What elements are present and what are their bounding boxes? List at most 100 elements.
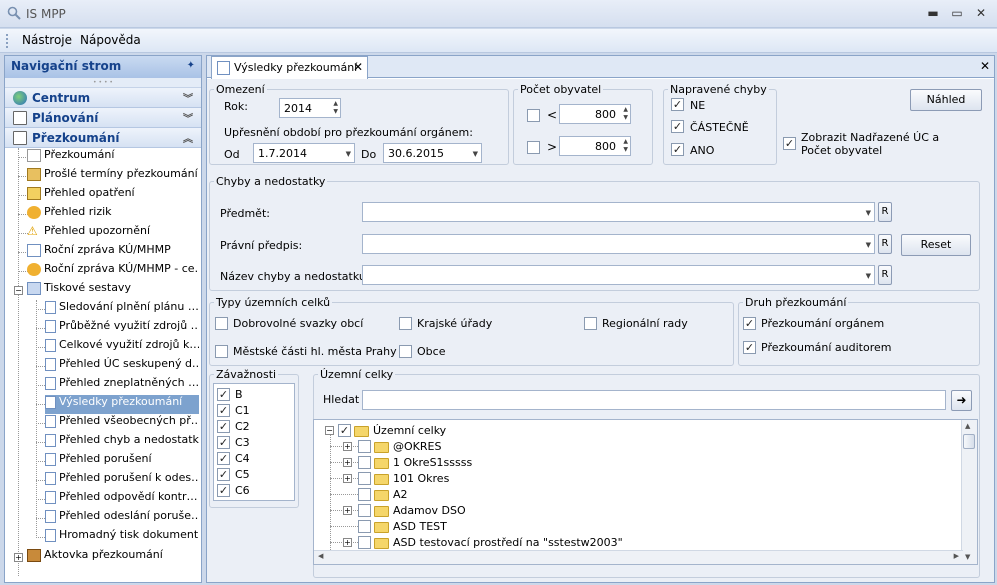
uc-checkbox[interactable] [358,472,371,485]
nav-item-rocni-zprava[interactable]: Roční zpráva KÚ/MHMP [27,243,199,262]
zavaznost-checkbox[interactable]: ✓ [217,388,230,401]
nahled-button[interactable]: Náhled [910,89,982,111]
ne-checkbox[interactable]: ✓ [671,98,684,111]
obce-checkbox[interactable] [399,345,412,358]
group-planovani[interactable]: Plánování ︾ [5,108,201,128]
tree-item[interactable]: Adamov DSO [374,504,466,520]
menu-napoveda[interactable]: Nápověda [80,33,141,47]
close-icon[interactable]: ✕ [980,59,990,73]
search-go-button[interactable]: ➜ [951,390,972,411]
zavaznost-checkbox[interactable]: ✓ [217,452,230,465]
tree-item[interactable]: @OKRES [374,440,441,456]
nav-subitem[interactable]: Průběžné využití zdrojů … [45,319,199,338]
predmet-r-button[interactable]: R [878,202,892,222]
group-centrum[interactable]: Centrum ︾ [5,88,201,108]
zavaznost-checkbox[interactable]: ✓ [217,404,230,417]
nazev-combo[interactable]: ▼ [362,265,875,285]
tree-root[interactable]: Územní celky [354,424,446,440]
hledat-input[interactable] [362,390,946,410]
rok-input[interactable]: 2014 ▲ ▼ [279,98,341,118]
nav-item-prosle-terminy[interactable]: Prošlé termíny přezkoumání [27,167,199,186]
nav-subitem[interactable]: Přehled zneplatněných … [45,376,199,395]
tree-item[interactable]: 101 Okres [374,472,449,488]
scroll-right-icon[interactable]: ▶ [954,552,959,560]
lt-checkbox[interactable] [527,109,540,122]
regionalni-checkbox[interactable] [584,317,597,330]
nav-subitem[interactable]: Výsledky přezkoumání [45,395,199,414]
nazev-r-button[interactable]: R [878,265,892,285]
gt-input[interactable]: 800 ▲ ▼ [559,136,631,156]
minimize-button[interactable]: ▬ [922,4,944,22]
nav-splitter[interactable]: • • • • [5,78,201,88]
menu-nastroje[interactable]: Nástroje [22,33,72,47]
nav-subitem[interactable]: Přehled porušení [45,452,199,471]
close-window-button[interactable]: ✕ [970,4,992,22]
root-checkbox[interactable]: ✓ [338,424,351,437]
expand-icon[interactable]: + [343,442,352,451]
od-date-input[interactable]: 1.7.2014 ▼ [253,143,355,163]
tree-item[interactable]: A2 [374,488,408,504]
nav-subitem[interactable]: Přehled chyb a nedostatků [45,433,199,452]
nav-subitem[interactable]: Sledování plnění plánu … [45,300,199,319]
zavaznost-checkbox[interactable]: ✓ [217,484,230,497]
nav-item-aktovka[interactable]: Aktovka přezkoumání [27,548,199,567]
dropdown-arrow-icon[interactable]: ▼ [866,209,871,217]
tree-item[interactable]: 1 OkreS1sssss [374,456,472,472]
uc-checkbox[interactable] [358,440,371,453]
collapse-icon[interactable]: − [325,426,334,435]
expand-icon[interactable]: + [343,538,352,547]
horizontal-scrollbar[interactable]: ◀ ▶ [314,550,963,564]
krajske-checkbox[interactable] [399,317,412,330]
nav-item-prehled-rizik[interactable]: Přehled rizik [27,205,199,224]
pravni-r-button[interactable]: R [878,234,892,254]
reset-button[interactable]: Reset [901,234,971,256]
scroll-left-icon[interactable]: ◀ [318,552,323,560]
collapse-icon[interactable]: − [14,286,23,295]
nav-subitem[interactable]: Přehled ÚC seskupený d… [45,357,199,376]
maximize-button[interactable]: ▭ [946,4,968,22]
vertical-scrollbar[interactable]: ▲ ▼ [961,420,977,564]
uc-checkbox[interactable] [358,520,371,533]
do-date-input[interactable]: 30.6.2015 ▼ [383,143,482,163]
dropdown-arrow-icon[interactable]: ▼ [866,272,871,280]
pravni-combo[interactable]: ▼ [362,234,875,254]
mestske-casti-checkbox[interactable] [215,345,228,358]
castecne-checkbox[interactable]: ✓ [671,120,684,133]
scroll-up-icon[interactable]: ▲ [965,422,970,430]
dso-checkbox[interactable] [215,317,228,330]
nav-subitem[interactable]: Hromadný tisk dokumentů [45,528,199,547]
lt-input[interactable]: 800 ▲ ▼ [559,104,631,124]
gt-checkbox[interactable] [527,141,540,154]
uzemni-tree[interactable]: − ✓ Územní celky + @OKRES +1 OkreS1sssss +101 … [313,419,978,565]
nav-subitem[interactable]: Přehled odpovědí kontr… [45,490,199,509]
nav-item-tiskove-sestavy[interactable]: Tiskové sestavy [27,281,199,300]
nav-subitem[interactable]: Přehled porušení k odes… [45,471,199,490]
dropdown-arrow-icon[interactable]: ▼ [866,241,871,249]
uc-checkbox[interactable] [358,488,371,501]
organem-checkbox[interactable]: ✓ [743,317,756,330]
uc-checkbox[interactable] [358,456,371,469]
zobrazit-checkbox[interactable]: ✓ [783,137,796,150]
nav-item-prehled-opatreni[interactable]: Přehled opatření [27,186,199,205]
nav-subitem[interactable]: Celkové využití zdrojů k… [45,338,199,357]
nav-item-prezkoumani[interactable]: Přezkoumání [27,148,199,167]
predmet-combo[interactable]: ▼ [362,202,875,222]
dropdown-arrow-icon[interactable]: ▼ [473,150,478,158]
pin-icon[interactable]: ✦ [187,60,195,71]
nav-subitem[interactable]: Přehled odeslání poruše… [45,509,199,528]
nav-item-rocni-zprava-ce[interactable]: Roční zpráva KÚ/MHMP - ce… [27,262,199,281]
zavaznost-checkbox[interactable]: ✓ [217,436,230,449]
zavaznost-checkbox[interactable]: ✓ [217,468,230,481]
expand-icon[interactable]: + [343,474,352,483]
scroll-thumb[interactable] [963,434,975,449]
close-tab-icon[interactable]: ✕ [353,60,363,74]
expand-icon[interactable]: + [343,506,352,515]
uc-checkbox[interactable] [358,504,371,517]
spinner-icon[interactable]: ▲ ▼ [333,100,338,116]
zavaznosti-list[interactable]: ✓ B ✓ C1 ✓ C2 ✓ C3 ✓ C4 ✓ C5 ✓ C6 [213,383,295,501]
spinner-icon[interactable]: ▲ ▼ [623,138,628,154]
tree-item[interactable]: ASD TEST [374,520,447,536]
dropdown-arrow-icon[interactable]: ▼ [346,150,351,158]
expand-icon[interactable]: + [14,553,23,562]
zavaznost-checkbox[interactable]: ✓ [217,420,230,433]
